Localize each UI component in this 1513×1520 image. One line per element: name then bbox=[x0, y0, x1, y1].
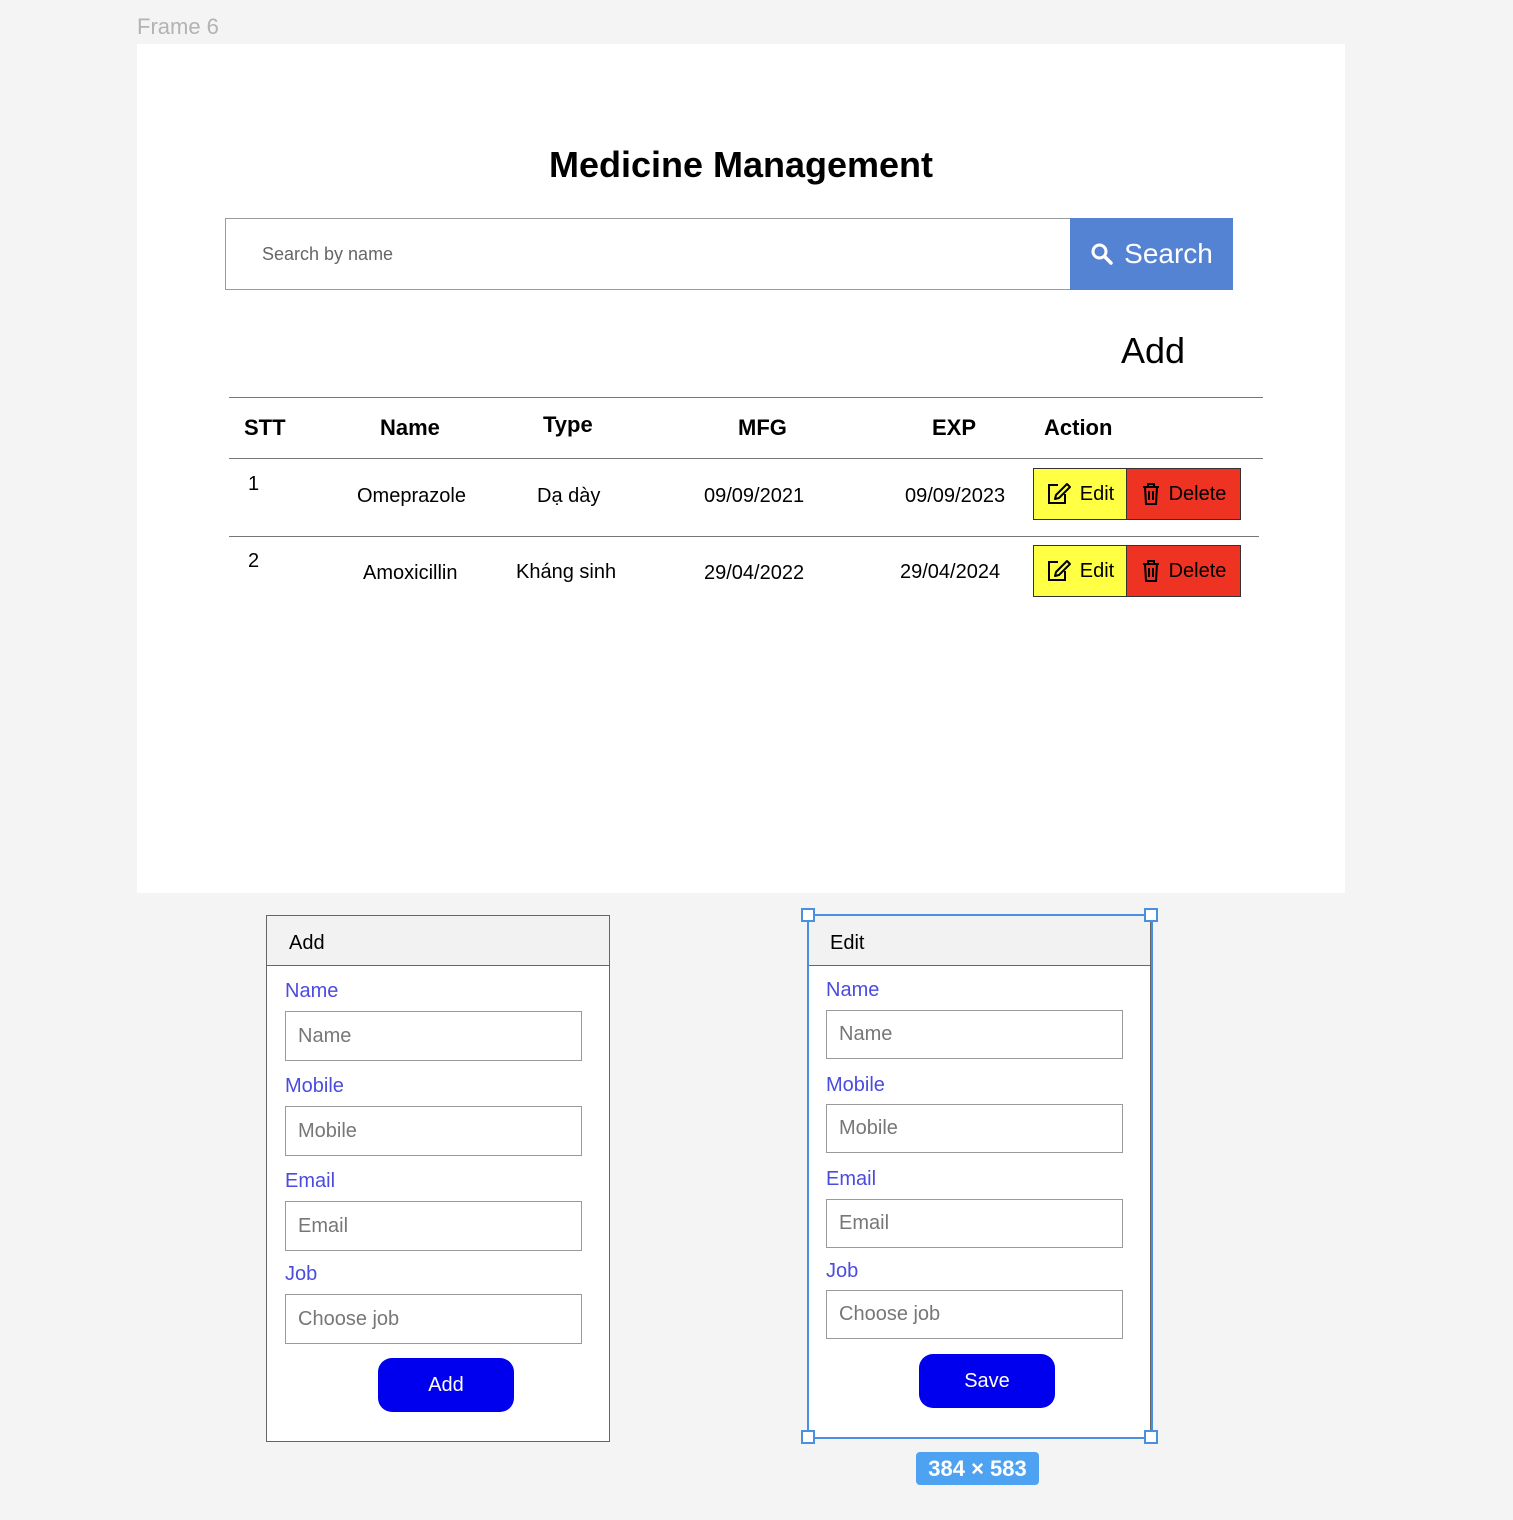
row1-delete-button[interactable]: Delete bbox=[1126, 468, 1241, 520]
row2-name: Amoxicillin bbox=[363, 562, 458, 584]
header-action: Action bbox=[1044, 415, 1113, 440]
header-type: Type bbox=[543, 412, 593, 437]
row2-exp: 29/04/2024 bbox=[900, 561, 1001, 583]
add-mobile-input[interactable] bbox=[285, 1106, 582, 1156]
add-mobile-label: Mobile bbox=[285, 1075, 344, 1097]
add-submit-button[interactable]: Add bbox=[378, 1358, 514, 1412]
header-stt: STT bbox=[244, 415, 286, 440]
resize-handle-bottom-right[interactable] bbox=[1144, 1430, 1158, 1444]
selection-outline bbox=[807, 914, 1153, 1439]
header-name: Name bbox=[380, 415, 440, 440]
header-exp: EXP bbox=[932, 415, 977, 440]
add-name-label: Name bbox=[285, 980, 339, 1002]
add-dialog: Add Name Mobile Email Job Add bbox=[266, 915, 610, 1442]
table-header-divider bbox=[229, 458, 1263, 459]
resize-handle-top-left[interactable] bbox=[801, 908, 815, 922]
search-input[interactable] bbox=[225, 218, 1071, 290]
selection-size-badge: 384 × 583 bbox=[916, 1452, 1039, 1485]
edit-icon bbox=[1047, 560, 1071, 581]
add-name-input[interactable] bbox=[285, 1011, 582, 1061]
table-top-divider bbox=[229, 397, 1263, 398]
table-row-divider bbox=[229, 536, 1259, 537]
edit-label: Edit bbox=[1079, 482, 1115, 505]
trash-icon bbox=[1142, 483, 1159, 505]
edit-icon bbox=[1047, 483, 1071, 504]
row2-mfg: 29/04/2022 bbox=[704, 562, 805, 584]
row1-exp: 09/09/2023 bbox=[905, 485, 1006, 507]
main-frame: Medicine Management Search Add STT Name … bbox=[137, 44, 1345, 893]
delete-label: Delete bbox=[1168, 482, 1227, 505]
row1-type: Dạ dày bbox=[537, 485, 601, 507]
delete-label: Delete bbox=[1168, 559, 1227, 582]
resize-handle-top-right[interactable] bbox=[1144, 908, 1158, 922]
row1-stt: 1 bbox=[248, 473, 260, 495]
add-email-input[interactable] bbox=[285, 1201, 582, 1251]
add-job-select[interactable] bbox=[285, 1294, 582, 1344]
row1-edit-button[interactable]: Edit bbox=[1033, 468, 1127, 520]
add-dialog-title: Add bbox=[267, 916, 609, 966]
resize-handle-bottom-left[interactable] bbox=[801, 1430, 815, 1444]
search-icon bbox=[1091, 243, 1113, 265]
edit-label: Edit bbox=[1079, 559, 1115, 582]
row2-delete-button[interactable]: Delete bbox=[1126, 545, 1241, 597]
search-button[interactable]: Search bbox=[1070, 218, 1233, 290]
row2-stt: 2 bbox=[248, 550, 260, 572]
add-email-label: Email bbox=[285, 1170, 336, 1192]
add-button[interactable]: Add bbox=[1121, 330, 1185, 372]
page-title: Medicine Management bbox=[548, 144, 934, 185]
row1-name: Omeprazole bbox=[357, 485, 466, 507]
trash-icon bbox=[1142, 560, 1159, 582]
add-job-label: Job bbox=[285, 1263, 318, 1285]
search-button-label: Search bbox=[1124, 238, 1213, 269]
header-mfg: MFG bbox=[738, 415, 787, 440]
frame-label: Frame 6 bbox=[137, 14, 219, 39]
row2-type: Kháng sinh bbox=[516, 561, 617, 583]
row1-mfg: 09/09/2021 bbox=[704, 485, 805, 507]
row2-edit-button[interactable]: Edit bbox=[1033, 545, 1127, 597]
